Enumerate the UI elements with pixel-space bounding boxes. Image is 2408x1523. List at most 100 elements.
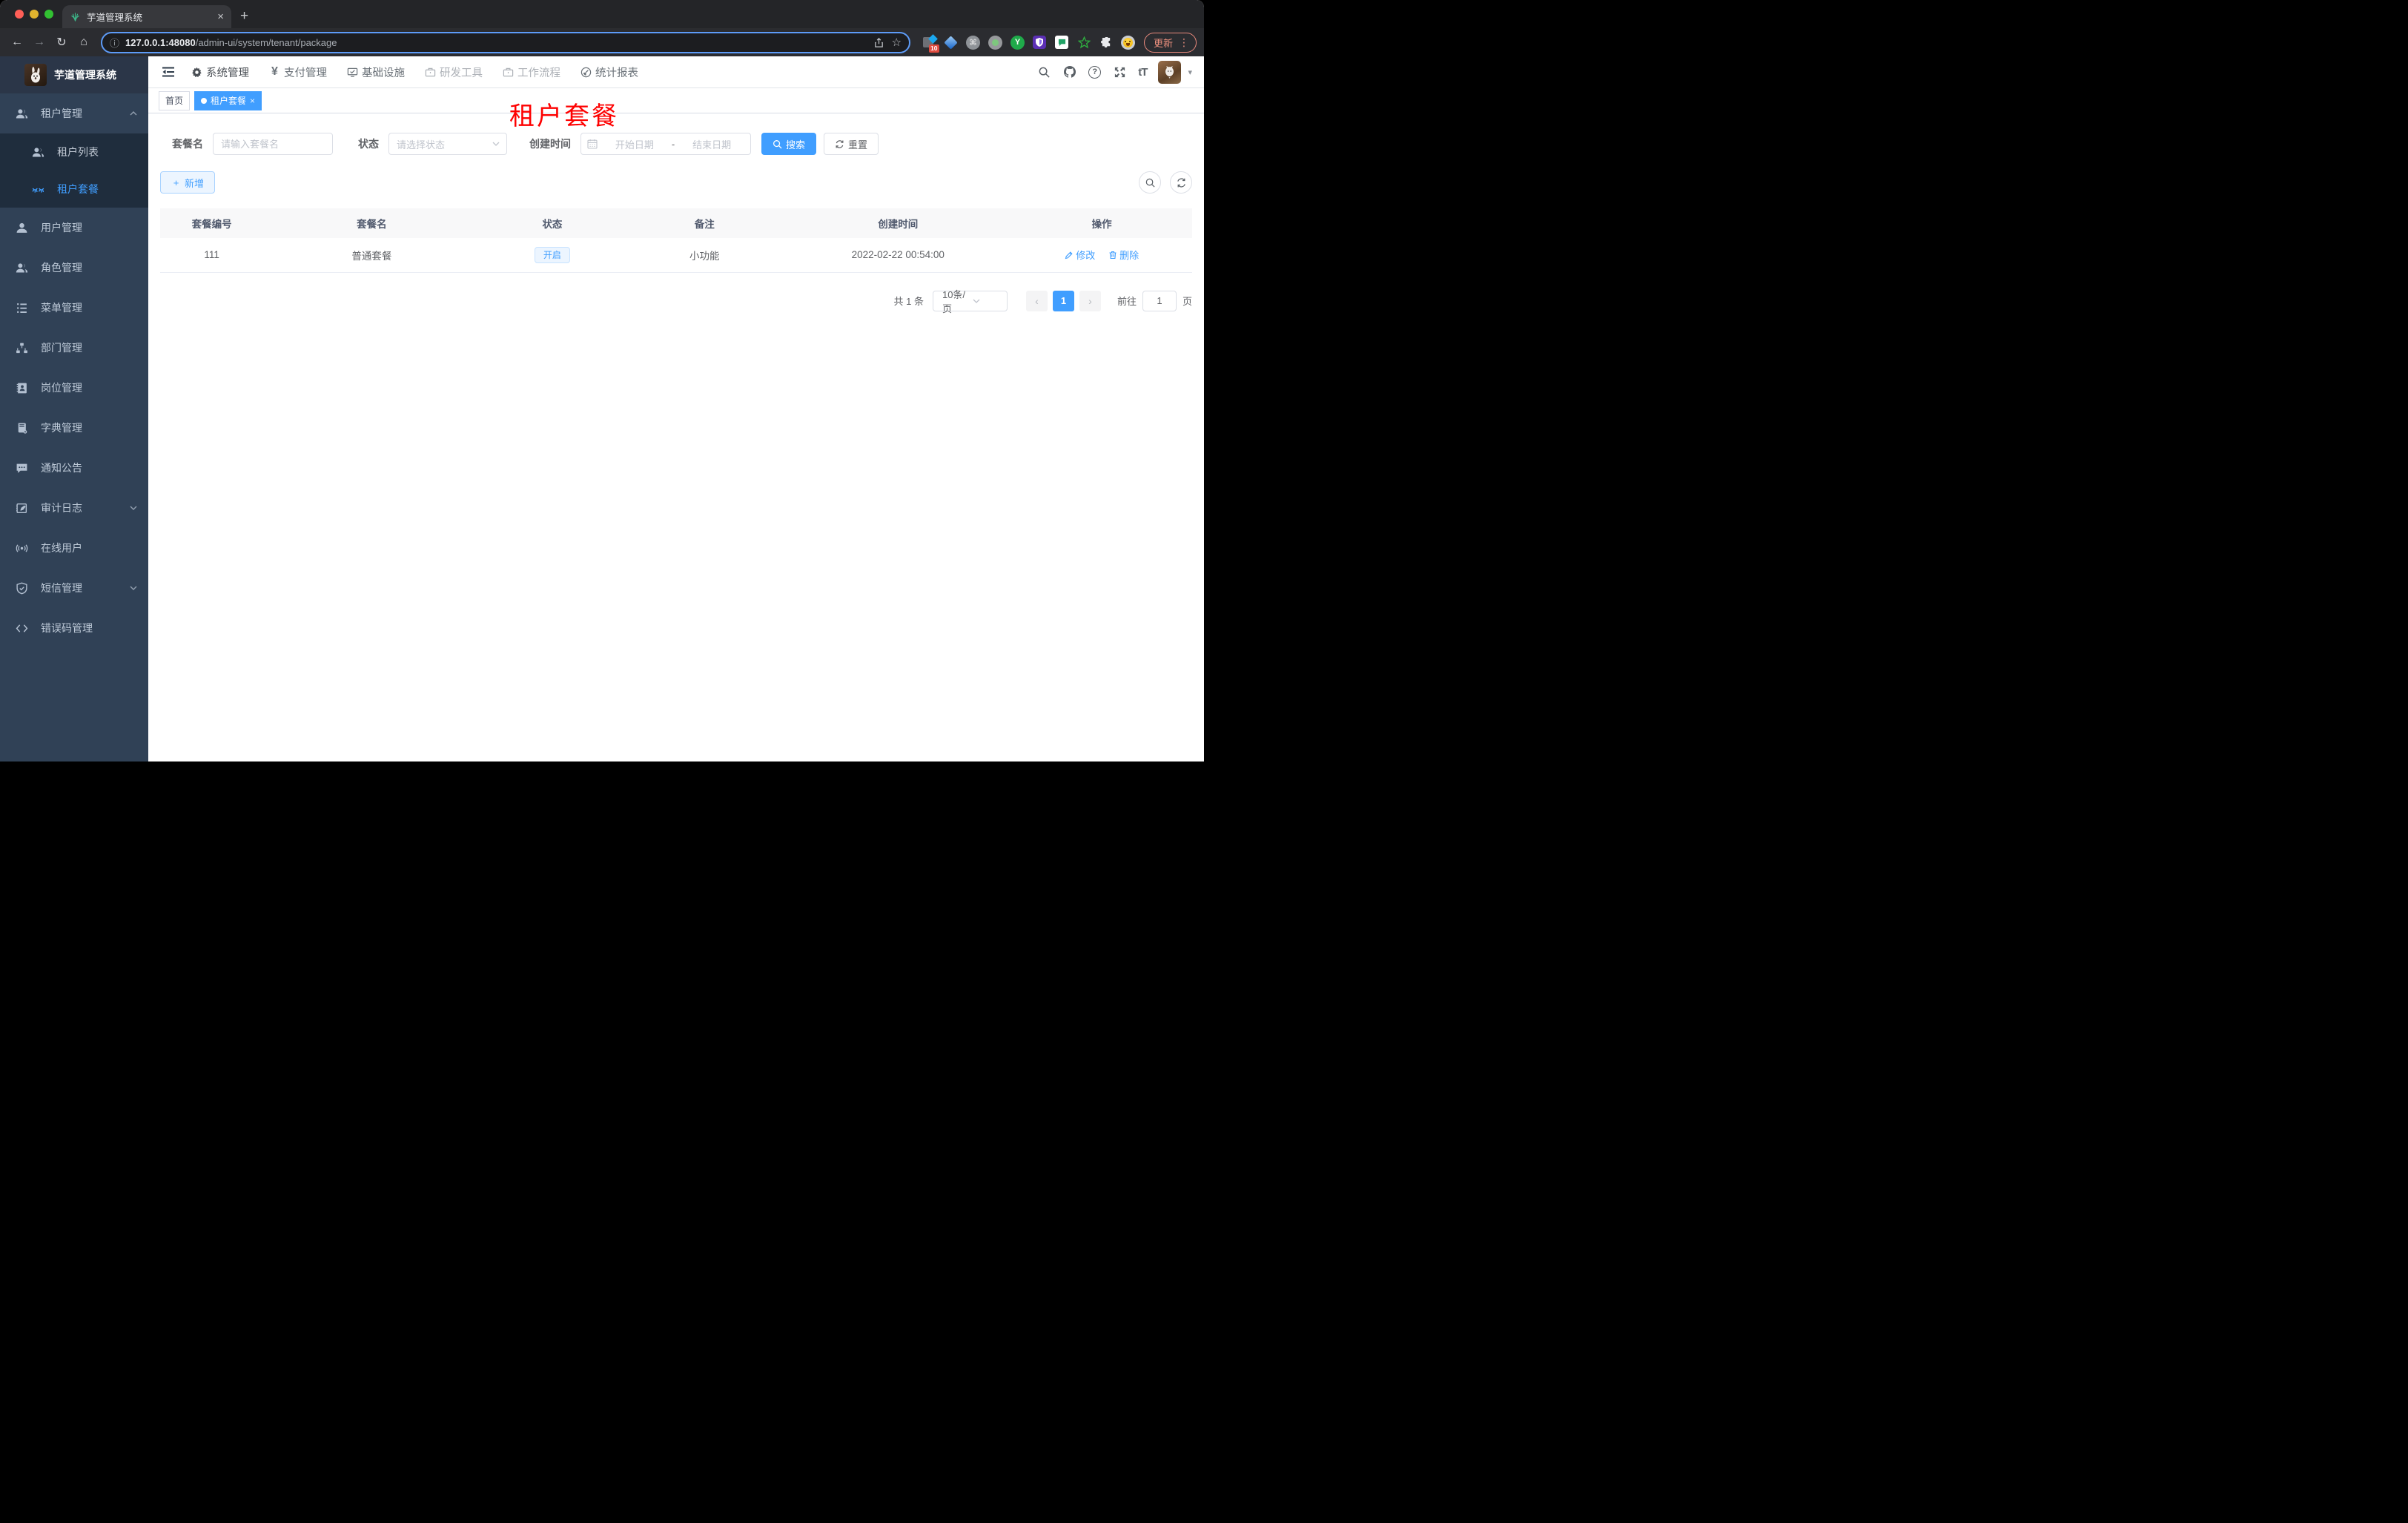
sidebar-item-dept-management[interactable]: 部门管理	[0, 328, 148, 368]
topnav-system-management[interactable]: 系统管理	[191, 65, 249, 80]
extension-y-icon[interactable]: Y	[1010, 35, 1025, 50]
extension-blocker-icon[interactable]: 10	[921, 35, 939, 53]
sidebar-item-tenant-list[interactable]: 租户列表	[0, 133, 148, 171]
main-area: 租户套餐 系统管理 ¥ 支付管理 基础设施 研发工具 工作流程 统计报表 ? t…	[148, 56, 1204, 762]
show-search-toggle-button[interactable]	[1139, 171, 1161, 194]
tag-close-icon[interactable]: ×	[250, 96, 255, 106]
reset-button[interactable]: 重置	[824, 133, 879, 155]
delete-link[interactable]: 删除	[1108, 248, 1139, 262]
dashboard-icon	[580, 67, 592, 78]
create-time-label: 创建时间	[529, 138, 571, 150]
topnav-dev-tools[interactable]: 研发工具	[425, 65, 483, 80]
home-icon[interactable]: ⌂	[74, 33, 93, 52]
extension-shield-icon[interactable]	[1032, 35, 1048, 50]
chrome-update-button[interactable]: 更新 ⋮	[1143, 32, 1197, 53]
app-navbar: 系统管理 ¥ 支付管理 基础设施 研发工具 工作流程 统计报表 ? tT ▾	[148, 56, 1204, 88]
topnav-workflow[interactable]: 工作流程	[503, 65, 560, 80]
cell-status: 开启	[480, 238, 625, 273]
extension-chat-icon[interactable]	[1054, 35, 1070, 50]
status-badge[interactable]: 开启	[534, 246, 570, 263]
chevron-down-icon	[129, 584, 138, 592]
update-label: 更新	[1153, 37, 1173, 49]
briefcase-icon	[503, 67, 514, 78]
tenant-submenu: 租户列表 租户套餐	[0, 133, 148, 208]
topnav-label: 统计报表	[595, 67, 638, 79]
date-range-picker[interactable]: 开始日期 - 结束日期	[580, 133, 751, 155]
tag-tenant-package[interactable]: 租户套餐 ×	[194, 90, 262, 110]
extension-recorder-icon[interactable]	[988, 35, 1003, 50]
sidebar-item-label: 字典管理	[41, 422, 82, 434]
github-icon[interactable]	[1062, 65, 1077, 79]
next-page-button[interactable]: ›	[1079, 290, 1101, 311]
help-icon[interactable]: ?	[1088, 65, 1102, 79]
page-content: 套餐名 状态 请选择状态 创建时间 开始日期 - 结束日期	[148, 113, 1204, 762]
extensions-puzzle-icon[interactable]	[1099, 35, 1114, 50]
topnav-payment-management[interactable]: ¥ 支付管理	[269, 65, 327, 80]
minimize-window-button[interactable]	[30, 10, 39, 19]
tag-home[interactable]: 首页	[159, 90, 191, 110]
shield-check-icon	[16, 582, 28, 595]
extension-command-icon[interactable]: ⌘	[965, 35, 981, 50]
status-select[interactable]: 请选择状态	[388, 133, 507, 155]
page-unit-label: 页	[1182, 296, 1192, 307]
sidebar-fold-icon[interactable]	[156, 59, 181, 85]
sidebar-item-role-management[interactable]: 角色管理	[0, 248, 148, 288]
page-size-select[interactable]: 10条/页	[932, 289, 1008, 314]
status-placeholder: 请选择状态	[397, 139, 446, 151]
reload-icon[interactable]: ↻	[52, 33, 71, 52]
package-name-input[interactable]	[213, 133, 333, 155]
browser-tab[interactable]: 芋道管理系统 ×	[62, 5, 231, 28]
cell-remark: 小功能	[624, 238, 785, 273]
sidebar-item-post-management[interactable]: 岗位管理	[0, 368, 148, 408]
edit-link[interactable]: 修改	[1065, 248, 1095, 262]
sidebar-item-tenant-management[interactable]: 租户管理	[0, 93, 148, 133]
sidebar-item-audit-log[interactable]: 审计日志	[0, 488, 148, 528]
bookmark-star-icon[interactable]: ☆	[892, 36, 902, 49]
goto-page-input[interactable]	[1142, 290, 1177, 311]
header-actions: 操作	[1011, 208, 1192, 238]
sidebar-item-dict-management[interactable]: 字典管理	[0, 408, 148, 448]
add-button[interactable]: + 新增	[160, 171, 216, 194]
monitor-icon	[347, 67, 358, 78]
back-icon[interactable]: ←	[7, 33, 27, 52]
share-icon[interactable]	[873, 37, 884, 48]
menu-kebab-icon[interactable]: ⋮	[1179, 36, 1189, 49]
log-edit-icon	[16, 502, 28, 515]
extension-star-icon[interactable]	[1076, 35, 1092, 50]
header-package-name: 套餐名	[263, 208, 480, 238]
app-logo-row[interactable]: 芋道管理系统	[0, 56, 148, 93]
cell-package-id: 111	[160, 238, 264, 273]
prev-page-button[interactable]: ‹	[1025, 290, 1048, 311]
sidebar-item-user-management[interactable]: 用户管理	[0, 208, 148, 248]
caret-down-icon[interactable]: ▾	[1188, 67, 1192, 77]
fullscreen-icon[interactable]	[1112, 65, 1127, 79]
refresh-table-button[interactable]	[1170, 171, 1192, 194]
sidebar-item-label: 错误码管理	[41, 622, 93, 634]
sidebar-item-menu-management[interactable]: 菜单管理	[0, 288, 148, 328]
chevron-down-icon	[492, 139, 500, 148]
font-size-icon[interactable]: tT	[1138, 66, 1148, 79]
delete-label: 删除	[1119, 250, 1140, 262]
topnav-infrastructure[interactable]: 基础设施	[347, 65, 405, 80]
sidebar-item-online-users[interactable]: 在线用户	[0, 528, 148, 568]
forward-icon[interactable]: →	[30, 33, 49, 52]
sidebar-item-sms-management[interactable]: 短信管理	[0, 568, 148, 608]
sidebar-item-error-code[interactable]: 错误码管理	[0, 608, 148, 648]
search-icon[interactable]	[1036, 65, 1051, 79]
user-avatar[interactable]	[1158, 60, 1182, 84]
sidebar-item-notice[interactable]: 通知公告	[0, 448, 148, 488]
address-bar[interactable]: ⓘ 127.0.0.1:48080/admin-ui/system/tenant…	[101, 31, 910, 53]
new-tab-button[interactable]: +	[240, 8, 248, 24]
zoom-window-button[interactable]	[44, 10, 53, 19]
topnav-statistics[interactable]: 统计报表	[580, 65, 638, 80]
chevron-down-icon	[972, 297, 1002, 305]
search-button[interactable]: 搜索	[761, 133, 817, 155]
extension-kite-icon[interactable]	[943, 35, 959, 50]
tab-close-icon[interactable]: ×	[217, 10, 224, 23]
profile-avatar-icon[interactable]	[1120, 35, 1135, 50]
site-info-icon[interactable]: ⓘ	[110, 36, 119, 50]
close-window-button[interactable]	[15, 10, 24, 19]
sidebar-item-tenant-package[interactable]: 租户套餐	[0, 171, 148, 208]
page-number-1[interactable]: 1	[1052, 290, 1074, 311]
tree-table-icon	[16, 302, 28, 314]
